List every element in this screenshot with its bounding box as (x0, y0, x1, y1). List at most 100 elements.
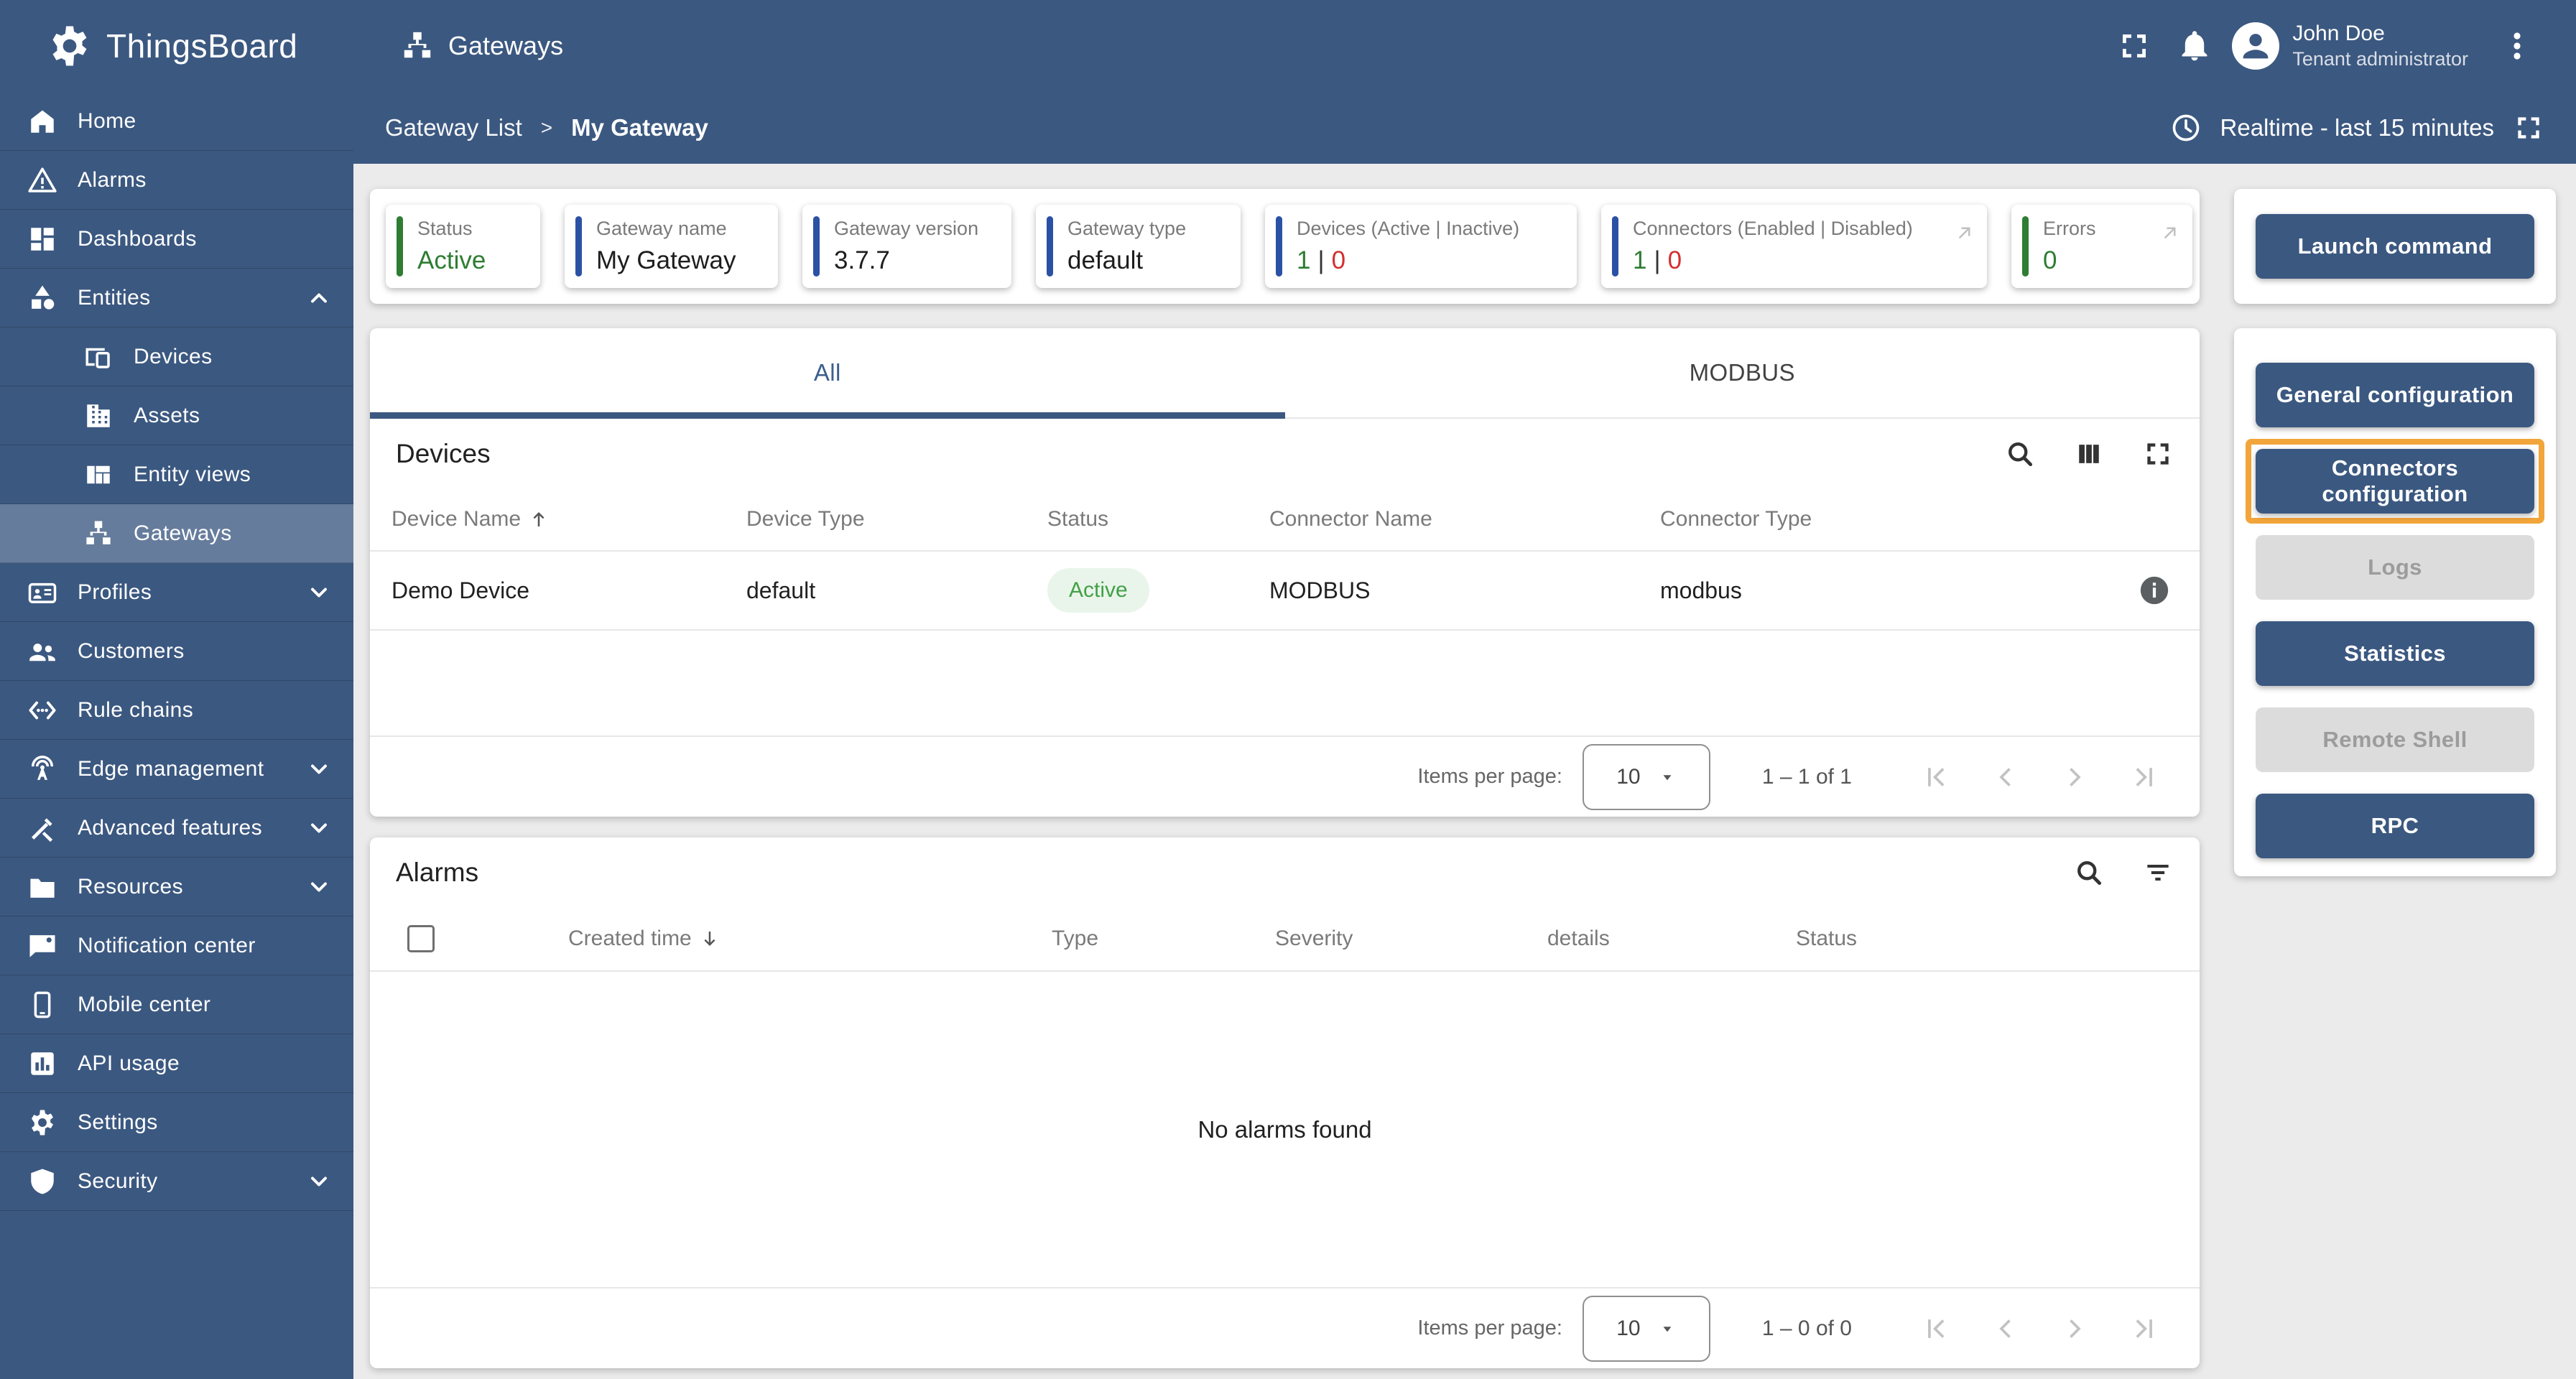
gear-icon (27, 1108, 57, 1138)
notifications-button[interactable] (2164, 16, 2225, 76)
sidebar-item-api-usage[interactable]: API usage (0, 1034, 353, 1093)
sidebar-item-mobile-center[interactable]: Mobile center (0, 975, 353, 1034)
sidebar-item-security[interactable]: Security (0, 1152, 353, 1211)
stat-value: 0 (2043, 246, 2057, 274)
sidebar-item-advanced-features[interactable]: Advanced features (0, 799, 353, 858)
last-page-icon[interactable] (2128, 761, 2159, 793)
filter-icon[interactable] (2142, 857, 2174, 888)
sidebar-item-profiles[interactable]: Profiles (0, 563, 353, 622)
sidebar-item-label: Alarms (78, 167, 147, 192)
sidebar-item-entities[interactable]: Entities (0, 269, 353, 328)
connectors-configuration-button[interactable]: Connectors configuration (2256, 449, 2534, 514)
table-row[interactable]: Demo Device default Active MODBUS modbus (370, 552, 2200, 631)
user-avatar[interactable] (2232, 22, 2280, 70)
chevron-down-icon (306, 1169, 332, 1194)
sidebar-item-label: Rule chains (78, 697, 194, 722)
brand-logo[interactable]: ThingsBoard (0, 0, 353, 92)
sidebar-item-label: Home (78, 108, 136, 133)
sidebar-item-notification-center[interactable]: Notification center (0, 916, 353, 975)
info-icon[interactable] (2138, 574, 2171, 607)
stat-label: Gateway name (596, 218, 727, 239)
launch-command-panel: Launch command (2234, 189, 2556, 304)
prev-page-icon[interactable] (1990, 761, 2021, 793)
launch-command-button[interactable]: Launch command (2256, 214, 2534, 279)
gateway-stats-panel: Status Active Gateway name My Gateway Ga… (370, 189, 2200, 304)
sidebar-item-entity-views[interactable]: Entity views (0, 445, 353, 504)
sidebar-item-resources[interactable]: Resources (0, 858, 353, 916)
alarms-panel: Alarms Created time Type Severity detail… (370, 837, 2200, 1368)
user-info[interactable]: John Doe Tenant administrator (2292, 20, 2468, 71)
sidebar-item-customers[interactable]: Customers (0, 622, 353, 681)
caret-down-icon (1658, 768, 1677, 786)
columns-icon[interactable] (2073, 438, 2105, 470)
devices-table-header: Device Name Device Type Status Connector… (370, 488, 2200, 552)
column-device-name[interactable]: Device Name (392, 507, 746, 531)
cell-device-name: Demo Device (392, 577, 530, 603)
first-page-icon[interactable] (1921, 761, 1952, 793)
first-page-icon[interactable] (1921, 1313, 1952, 1345)
stat-value: Active (417, 246, 486, 274)
column-connector-name[interactable]: Connector Name (1269, 507, 1660, 531)
column-device-type[interactable]: Device Type (746, 507, 1047, 531)
logs-button[interactable]: Logs (2256, 535, 2534, 600)
rpc-button[interactable]: RPC (2256, 794, 2534, 858)
page-size-select[interactable]: 10 (1582, 743, 1710, 810)
open-link-icon[interactable] (2159, 222, 2181, 243)
stat-value: 3.7.7 (834, 246, 890, 274)
dashboard-fullscreen-icon[interactable] (2513, 112, 2544, 144)
stat-accent-bar (1047, 216, 1053, 277)
fullscreen-button[interactable] (2104, 16, 2164, 76)
sidebar-item-edge-management[interactable]: Edge management (0, 740, 353, 799)
sidebar-item-dashboards[interactable]: Dashboards (0, 210, 353, 269)
next-page-icon[interactable] (2059, 1313, 2090, 1345)
open-link-icon[interactable] (1954, 222, 1975, 243)
search-icon[interactable] (2073, 857, 2105, 888)
sidebar-item-home[interactable]: Home (0, 92, 353, 151)
sidebar-item-label: Dashboards (78, 226, 197, 251)
column-alarm-type[interactable]: Type (1052, 927, 1275, 951)
sidebar-item-alarms[interactable]: Alarms (0, 151, 353, 210)
tab-modbus[interactable]: MODBUS (1285, 328, 2200, 417)
chevron-down-icon (306, 756, 332, 782)
cell-device-type: default (746, 577, 816, 603)
dashboard-area: Status Active Gateway name My Gateway Ga… (353, 164, 2576, 1379)
sidebar-item-label: Profiles (78, 580, 152, 604)
sidebar: Home Alarms Dashboards Entities Devices … (0, 92, 353, 1379)
tab-all[interactable]: All (370, 328, 1285, 417)
sidebar-item-rule-chains[interactable]: Rule chains (0, 681, 353, 740)
sidebar-item-label: Notification center (78, 933, 256, 957)
sidebar-item-settings[interactable]: Settings (0, 1093, 353, 1152)
prev-page-icon[interactable] (1990, 1313, 2021, 1345)
stat-label: Devices (Active | Inactive) (1297, 218, 1520, 239)
cell-connector-name: MODBUS (1269, 577, 1371, 603)
breadcrumb-parent[interactable]: Gateway List (385, 114, 522, 141)
column-created-time[interactable]: Created time (568, 927, 1052, 951)
expand-icon[interactable] (2142, 438, 2174, 470)
more-menu-button[interactable] (2487, 16, 2547, 76)
column-severity[interactable]: Severity (1275, 927, 1547, 951)
next-page-icon[interactable] (2059, 761, 2090, 793)
remote-shell-button[interactable]: Remote Shell (2256, 707, 2534, 772)
sidebar-item-gateways[interactable]: Gateways (0, 504, 353, 563)
stat-accent-bar (2022, 216, 2029, 277)
page-size-select[interactable]: 10 (1582, 1295, 1710, 1362)
sidebar-item-label: Gateways (134, 521, 232, 545)
statistics-button[interactable]: Statistics (2256, 621, 2534, 686)
general-configuration-button[interactable]: General configuration (2256, 363, 2534, 427)
search-icon[interactable] (2004, 438, 2036, 470)
connector-tabs: All MODBUS (370, 328, 2200, 419)
last-page-icon[interactable] (2128, 1313, 2159, 1345)
sidebar-item-devices[interactable]: Devices (0, 328, 353, 386)
kebab-menu-icon (2500, 29, 2534, 63)
column-alarm-status[interactable]: Status (1796, 927, 2200, 951)
sidebar-item-assets[interactable]: Assets (0, 386, 353, 445)
column-connector-type[interactable]: Connector Type (1660, 507, 2034, 531)
select-all-checkbox[interactable] (407, 925, 435, 952)
column-details[interactable]: details (1547, 927, 1796, 951)
devices-pagination: Items per page: 10 1 – 1 of 1 (370, 735, 2200, 817)
topbar-controls: John Doe Tenant administrator (2104, 16, 2576, 76)
column-status[interactable]: Status (1047, 507, 1269, 531)
shield-icon (27, 1166, 57, 1197)
items-per-page-label: Items per page: (1417, 765, 1562, 788)
timewindow-label[interactable]: Realtime - last 15 minutes (2220, 114, 2494, 141)
